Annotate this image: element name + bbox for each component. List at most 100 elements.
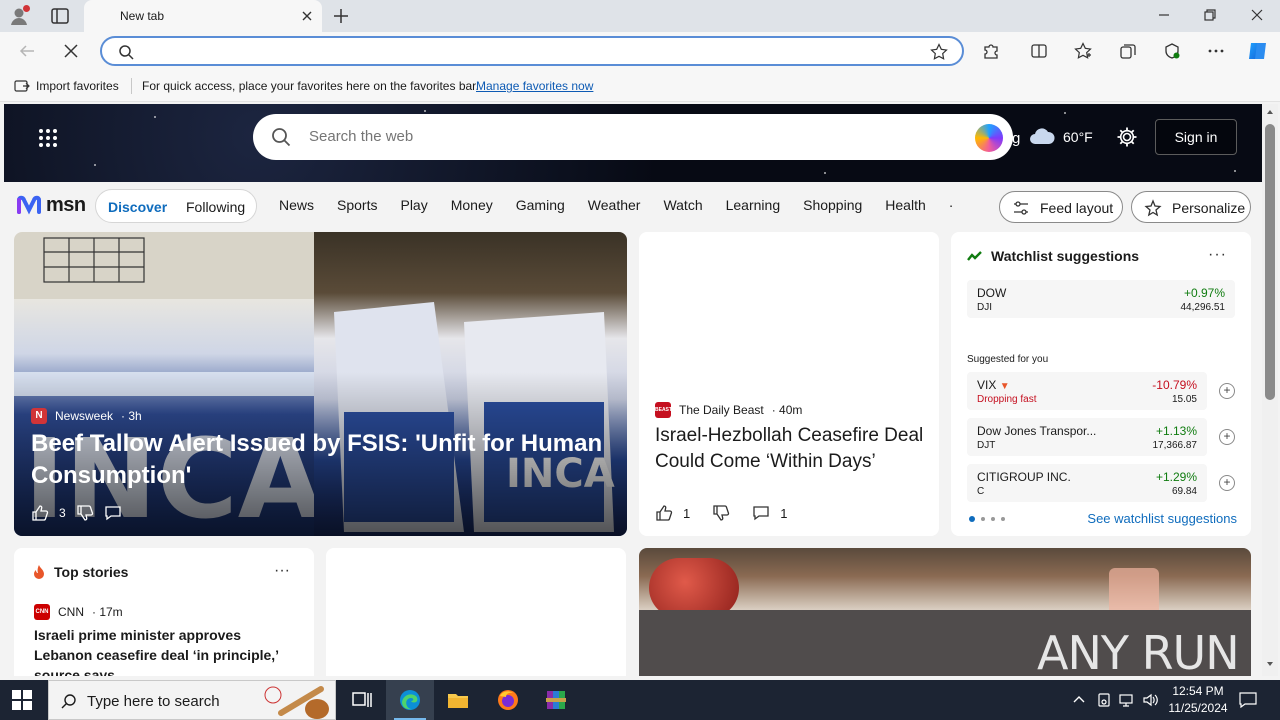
extensions-puzzle-icon[interactable] <box>982 42 1000 60</box>
profile-avatar-icon[interactable] <box>8 5 30 27</box>
comment-icon[interactable] <box>752 504 770 522</box>
clock-time[interactable]: 12:54 PM <box>1166 684 1230 698</box>
search-icon <box>118 44 134 60</box>
notifications-icon[interactable] <box>1239 692 1257 708</box>
new-tab-plus-icon[interactable] <box>332 7 350 25</box>
photo-story-card[interactable]: ANY RUN <box>639 548 1251 676</box>
carousel-dot[interactable] <box>969 516 975 522</box>
stock-row-djt[interactable]: Dow Jones Transpor... DJT +1.13% 17,366.… <box>967 418 1235 456</box>
feed-layout-button[interactable]: Feed layout <box>999 191 1123 223</box>
network-icon[interactable] <box>1118 692 1134 708</box>
add-to-watchlist-icon[interactable]: + <box>1219 475 1235 491</box>
stop-loading-icon[interactable] <box>62 42 80 60</box>
stock-price: 17,366.87 <box>1152 440 1198 451</box>
web-search-input[interactable] <box>309 128 909 145</box>
story-source[interactable]: N Newsweek · 3h <box>31 408 142 424</box>
baseball-bat-glove-icon <box>261 683 335 719</box>
stock-row-vix[interactable]: VIX ▼ Dropping fast -10.79% 15.05 + <box>967 372 1235 410</box>
story-source[interactable]: BEAST The Daily Beast · 40m <box>655 402 802 418</box>
browser-essentials-icon[interactable] <box>1163 42 1181 60</box>
hero-banner: g 60°F Sign in <box>4 104 1262 182</box>
nav-item-weather[interactable]: Weather <box>588 197 641 213</box>
more-options-icon[interactable]: ··· <box>1208 246 1227 264</box>
volume-icon[interactable] <box>1142 692 1158 708</box>
address-input[interactable] <box>144 42 924 60</box>
story-headline[interactable]: Israeli prime minister approves Lebanon … <box>34 625 296 676</box>
show-hidden-icons-chevron-icon[interactable] <box>1071 692 1087 708</box>
more-options-icon[interactable] <box>1207 42 1225 60</box>
thumbs-up-icon[interactable] <box>31 504 49 522</box>
personalize-button[interactable]: Personalize <box>1131 191 1251 223</box>
thumbs-up-icon[interactable] <box>655 504 673 522</box>
copilot-icon[interactable] <box>1246 39 1270 63</box>
tab-discover[interactable]: Discover <box>108 199 167 215</box>
close-tab-icon[interactable] <box>300 9 314 23</box>
carousel-dot[interactable] <box>1001 517 1005 521</box>
msn-logo[interactable]: msn <box>16 192 86 218</box>
scroll-up-arrow-icon[interactable] <box>1266 108 1274 116</box>
top-stories-header: Top stories <box>32 564 128 580</box>
scroll-down-arrow-icon[interactable] <box>1266 660 1274 668</box>
copilot-search-icon[interactable] <box>975 124 1003 152</box>
web-search-box[interactable] <box>253 114 1013 160</box>
page-scrollbar[interactable] <box>1262 104 1278 676</box>
restore-icon[interactable] <box>1203 8 1217 22</box>
nav-item-more[interactable]: · <box>949 197 954 213</box>
story-card[interactable]: BEAST The Daily Beast · 40m Israel-Hezbo… <box>639 232 939 536</box>
favorites-star-icon[interactable] <box>1074 42 1092 60</box>
firefox-taskbar-button[interactable] <box>484 680 532 720</box>
nav-item-shopping[interactable]: Shopping <box>803 197 862 213</box>
apps-launcher-icon[interactable] <box>38 128 58 148</box>
comment-icon[interactable] <box>104 504 122 522</box>
stock-row-dow[interactable]: DOW DJI +0.97% 44,296.51 <box>967 280 1235 318</box>
nav-item-news[interactable]: News <box>279 197 314 213</box>
add-to-watchlist-icon[interactable]: + <box>1219 383 1235 399</box>
add-to-watchlist-icon[interactable]: + <box>1219 429 1235 445</box>
clock-date[interactable]: 11/25/2024 <box>1162 701 1234 715</box>
nav-item-watch[interactable]: Watch <box>663 197 702 213</box>
windows-start-icon[interactable] <box>12 690 32 710</box>
story-image-apples <box>649 558 739 618</box>
tab-actions-icon[interactable] <box>50 7 70 25</box>
thumbs-down-icon[interactable] <box>76 504 94 522</box>
taskbar-search-box[interactable]: Type here to search <box>48 680 336 720</box>
carousel-dot[interactable] <box>991 517 995 521</box>
nav-item-health[interactable]: Health <box>885 197 925 213</box>
nav-item-gaming[interactable]: Gaming <box>516 197 565 213</box>
split-screen-icon[interactable] <box>1030 42 1048 60</box>
story-title[interactable]: Beef Tallow Alert Issued by FSIS: 'Unfit… <box>31 428 611 492</box>
device-security-icon[interactable] <box>1096 692 1112 708</box>
nav-item-play[interactable]: Play <box>400 197 427 213</box>
task-view-button[interactable] <box>338 680 386 720</box>
back-arrow-icon[interactable] <box>18 42 36 60</box>
manage-favorites-link[interactable]: Manage favorites now <box>476 79 593 93</box>
nav-item-sports[interactable]: Sports <box>337 197 377 213</box>
close-window-icon[interactable] <box>1250 8 1264 22</box>
nav-item-money[interactable]: Money <box>451 197 493 213</box>
story-source[interactable]: CNN CNN · 17m <box>34 604 123 620</box>
edge-taskbar-button[interactable] <box>386 680 434 720</box>
file-explorer-button[interactable] <box>434 680 482 720</box>
featured-story-card[interactable]: INCA INCA N Newsweek · 3h Beef Tallow Al… <box>14 232 627 536</box>
see-watchlist-link[interactable]: See watchlist suggestions <box>1087 511 1237 526</box>
winrar-taskbar-button[interactable] <box>532 680 580 720</box>
story-title[interactable]: Israel-Hezbollah Ceasefire Deal Could Co… <box>655 423 925 475</box>
scrollbar-thumb[interactable] <box>1265 124 1275 400</box>
add-favorite-star-icon[interactable] <box>930 43 948 61</box>
settings-gear-icon[interactable] <box>1116 126 1138 148</box>
tab-following[interactable]: Following <box>186 199 245 215</box>
nav-item-learning[interactable]: Learning <box>726 197 781 213</box>
cloud-weather-icon[interactable] <box>1028 126 1056 146</box>
thumbs-down-icon[interactable] <box>712 504 730 522</box>
more-options-icon[interactable]: ··· <box>274 562 290 580</box>
stock-row-citigroup[interactable]: CITIGROUP INC. C +1.29% 69.84 + <box>967 464 1235 502</box>
weather-temperature[interactable]: 60°F <box>1063 129 1093 145</box>
sign-in-button[interactable]: Sign in <box>1155 119 1237 155</box>
import-favorites-button[interactable]: Import favorites <box>14 78 119 94</box>
stock-name: CITIGROUP INC. <box>977 470 1071 484</box>
address-bar[interactable] <box>100 36 964 66</box>
collections-icon[interactable] <box>1119 42 1137 60</box>
minimize-icon[interactable] <box>1157 8 1171 22</box>
tab-new-tab[interactable]: New tab <box>84 0 322 32</box>
carousel-dot[interactable] <box>981 517 985 521</box>
